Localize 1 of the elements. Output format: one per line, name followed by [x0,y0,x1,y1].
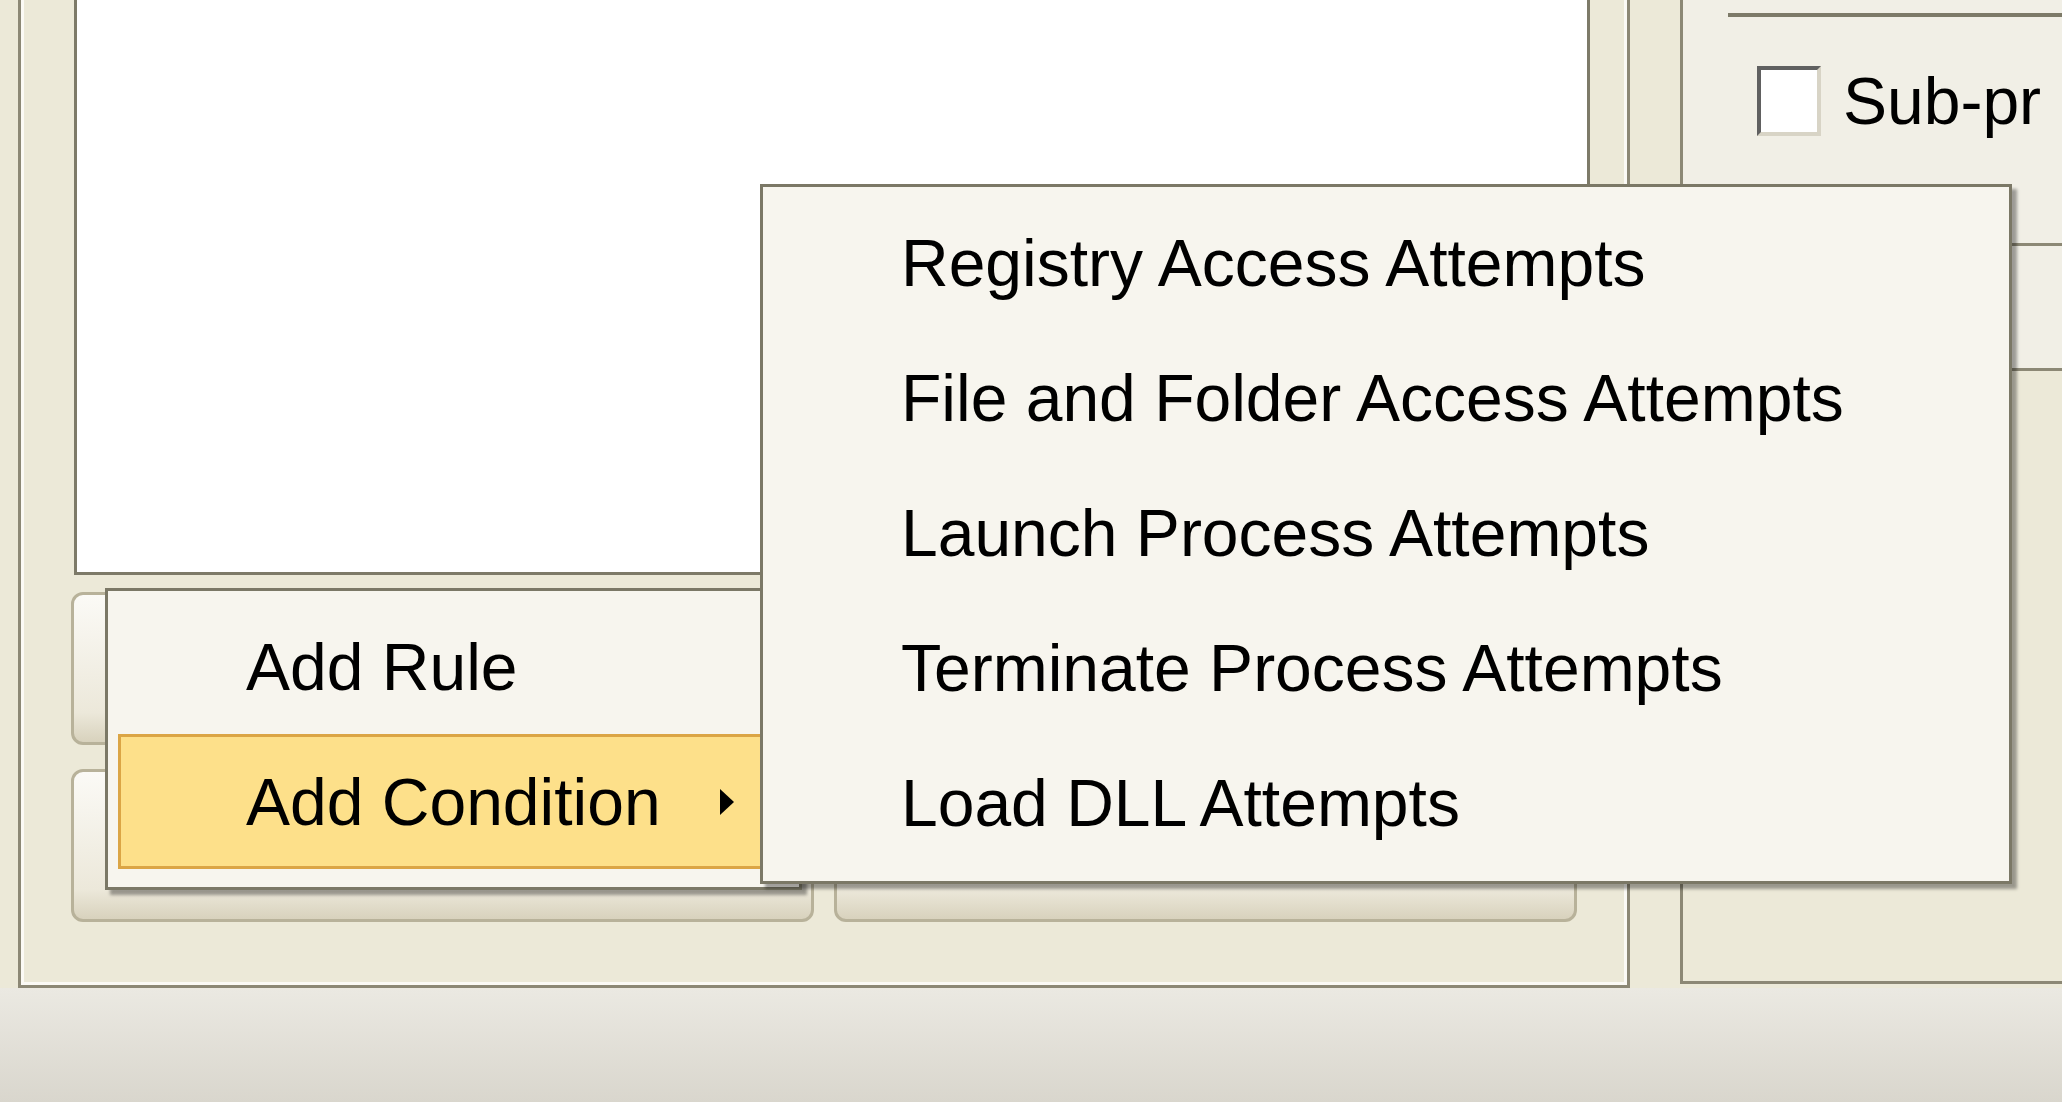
checkbox-label: Sub-pr [1843,63,2042,139]
